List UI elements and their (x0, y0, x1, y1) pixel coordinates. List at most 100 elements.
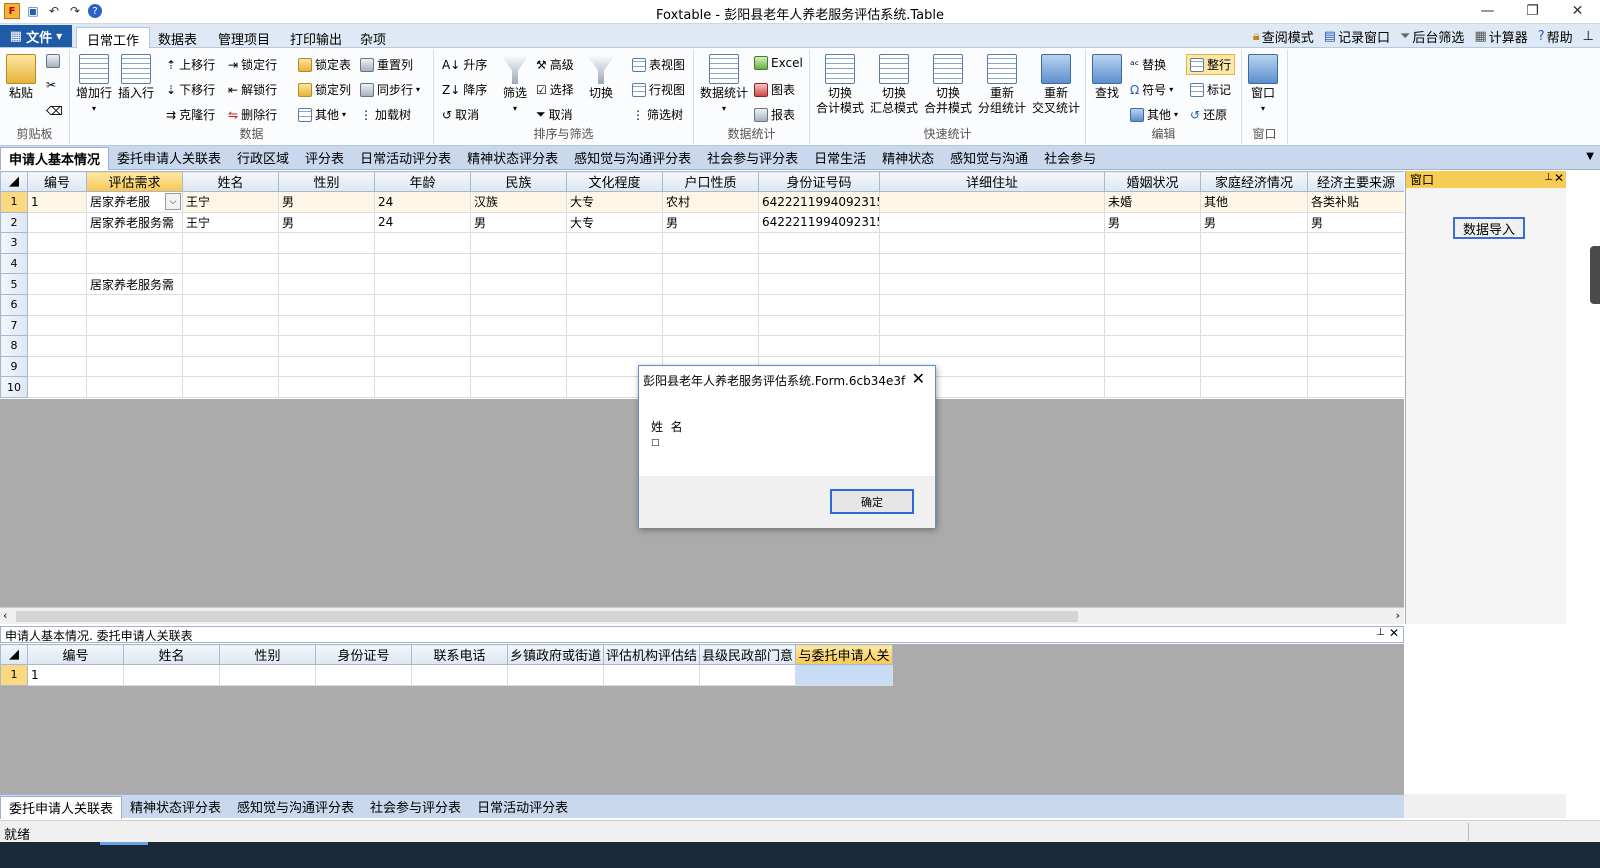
table-cell[interactable] (182, 293, 279, 316)
table-cell[interactable] (879, 273, 1105, 295)
table-cell[interactable] (662, 273, 759, 295)
table-cell[interactable] (374, 232, 471, 254)
table-cell[interactable] (758, 314, 880, 337)
row-number[interactable]: 4 (0, 252, 28, 275)
tab-daily-work[interactable]: 日常工作 (76, 27, 151, 49)
table-cell[interactable] (27, 293, 87, 316)
column-header[interactable]: 编号 (27, 644, 124, 665)
sheet-tab-delegate[interactable]: 委托申请人关联表 (109, 147, 229, 169)
switch-total-mode-button[interactable]: 切换 合计模式 (816, 54, 864, 116)
table-row[interactable]: 2居家养老服务需王宁男24男大专男642221199409231598男男男 (0, 211, 1404, 234)
table-cell[interactable] (507, 664, 604, 686)
table-cell[interactable] (374, 273, 471, 295)
table-cell[interactable] (1307, 273, 1404, 295)
table-cell[interactable] (758, 232, 880, 254)
table-cell[interactable] (278, 314, 375, 337)
symbol-button[interactable]: Ω 符号 ▾ (1130, 81, 1173, 98)
chevron-down-icon[interactable]: ⌵ (165, 193, 181, 210)
column-header[interactable]: 编号 (27, 171, 87, 192)
table-cell[interactable] (566, 335, 663, 357)
table-cell[interactable] (566, 273, 663, 295)
table-cell[interactable] (470, 293, 567, 316)
row-number[interactable]: 5 (0, 273, 28, 295)
table-cell[interactable] (1307, 252, 1404, 275)
close-icon[interactable]: ✕ (1555, 0, 1600, 22)
sheet-tab-social[interactable]: 社会参与 (1036, 147, 1104, 169)
minimize-icon[interactable]: — (1465, 0, 1510, 22)
move-down-button[interactable]: ⇣ 下移行 (166, 81, 215, 98)
table-cell[interactable]: 男 (1200, 211, 1308, 234)
table-cell[interactable]: 未婚 (1104, 191, 1201, 213)
cell-editor-value[interactable]: 居家养老服 (90, 195, 150, 209)
table-cell[interactable] (1200, 252, 1308, 275)
column-header[interactable]: 姓名 (182, 171, 279, 192)
window-button[interactable]: 窗口 ▾ (1248, 54, 1278, 116)
clone-row-button[interactable]: ⇉ 克隆行 (166, 106, 215, 123)
column-header[interactable]: 身份证号码 (758, 171, 880, 192)
clear-button[interactable]: ⌫ (46, 104, 63, 118)
calculator-button[interactable]: ▦ 计算器 (1474, 27, 1527, 46)
sort-cancel-button[interactable]: ↺ 取消 (442, 106, 479, 123)
column-header[interactable]: 评估需求 (86, 171, 183, 192)
sort-asc-button[interactable]: A↓ 升序 (442, 56, 487, 73)
recross-stats-button[interactable]: 重新 交叉统计 (1032, 54, 1080, 116)
column-header[interactable]: 性别 (278, 171, 375, 192)
table-cell[interactable]: 1 (27, 664, 124, 686)
table-cell[interactable] (182, 273, 279, 295)
table-cell[interactable] (566, 252, 663, 275)
paste-button[interactable]: 粘贴 (6, 54, 36, 101)
table-cell[interactable] (278, 335, 375, 357)
table-cell[interactable] (182, 232, 279, 254)
table-cell[interactable]: 居家养老服务需 (86, 211, 183, 234)
table-cell[interactable] (470, 335, 567, 357)
table-cell[interactable] (879, 191, 1105, 213)
table-cell[interactable] (86, 252, 183, 275)
table-cell[interactable] (278, 293, 375, 316)
ok-button[interactable]: 确定 (830, 489, 914, 514)
table-cell[interactable] (27, 314, 87, 337)
table-cell[interactable] (278, 355, 375, 378)
table-cell[interactable] (879, 335, 1105, 357)
data-import-button[interactable]: 数据导入 (1453, 217, 1525, 239)
table-cell[interactable] (662, 252, 759, 275)
table-cell[interactable]: 男 (470, 211, 567, 234)
row-number[interactable]: 2 (0, 211, 28, 234)
table-cell[interactable] (1200, 273, 1308, 295)
table-cell[interactable] (278, 232, 375, 254)
corner-cell[interactable]: ◢ (0, 644, 28, 665)
bottom-tab-mental[interactable]: 精神状态评分表 (122, 796, 229, 818)
chart-button[interactable]: 图表 (754, 81, 795, 98)
table-cell[interactable] (278, 273, 375, 295)
table-cell[interactable] (374, 355, 471, 378)
chevron-down-icon[interactable]: ▼ (1586, 151, 1594, 162)
column-header[interactable]: 经济主要来源 (1307, 171, 1404, 192)
table-cell[interactable] (374, 335, 471, 357)
cut-button[interactable]: ✂ (46, 78, 56, 92)
column-header[interactable]: 性别 (219, 644, 316, 665)
table-cell[interactable] (27, 376, 87, 398)
table-row[interactable]: 5 居家养老服务需 (0, 273, 1404, 295)
table-cell[interactable]: 24 (374, 211, 471, 234)
table-cell[interactable] (1200, 232, 1308, 254)
bottom-tab-social[interactable]: 社会参与评分表 (362, 796, 469, 818)
lookup-mode-button[interactable]: 🔒︎ 查阅模式 (1253, 27, 1314, 46)
table-cell[interactable] (879, 314, 1105, 337)
corner-cell[interactable]: ◢ (0, 171, 28, 192)
sub-grid[interactable]: ◢ 编号 姓名 性别 身份证号 联系电话 乡镇政府或街道 评估机构评估结 县级民… (0, 644, 1404, 794)
help-button[interactable]: ? 帮助 (1538, 27, 1573, 46)
restore-button[interactable]: ↺ 还原 (1190, 106, 1227, 123)
row-number[interactable]: 8 (0, 335, 28, 357)
table-cell[interactable] (86, 376, 183, 398)
column-header[interactable]: 县级民政部门意 (699, 644, 796, 665)
column-header[interactable]: 婚姻状况 (1104, 171, 1201, 192)
table-cell[interactable] (182, 355, 279, 378)
sheet-tab-perception[interactable]: 感知觉与沟通 (942, 147, 1036, 169)
sheet-tab-daily-life[interactable]: 日常生活 (806, 147, 874, 169)
copy-button[interactable] (46, 54, 60, 68)
restore-icon[interactable]: ❐ (1510, 0, 1555, 22)
table-cell[interactable] (182, 335, 279, 357)
table-cell[interactable] (795, 664, 893, 686)
tab-manage-project[interactable]: 管理项目 (208, 27, 280, 48)
row-number[interactable]: 9 (0, 355, 28, 378)
table-cell[interactable] (86, 293, 183, 316)
